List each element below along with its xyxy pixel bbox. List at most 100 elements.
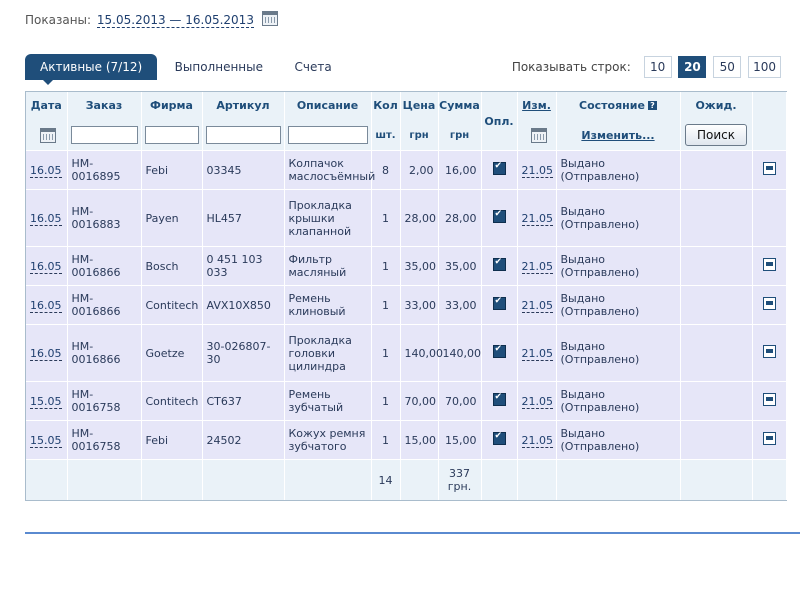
col-paid-label[interactable]: Опл. [482, 92, 517, 150]
cell-date[interactable]: 16.05 [26, 285, 68, 325]
cell-changed[interactable]: 21.05 [517, 150, 557, 190]
cell-order: HM-0016758 [67, 381, 142, 421]
cell-expected [680, 420, 753, 460]
brand-filter-input[interactable] [144, 126, 199, 144]
table-header-row: Дата Заказ Фирма Артикул Описание Кол шт.… [26, 92, 787, 151]
cell-paid [481, 150, 518, 190]
cell-qty: 1 [371, 189, 401, 247]
cell-print [752, 285, 787, 325]
cell-paid [481, 246, 518, 286]
col-paid: Опл. [481, 92, 518, 151]
table-row: 16.05 HM-0016866 Contitech AVX10X850 Ремень … [26, 285, 787, 325]
cell-date[interactable]: 16.05 [26, 324, 68, 382]
col-brand: Фирма [141, 92, 203, 151]
cell-sum: 70,00 [438, 381, 482, 421]
sum-unit: грн [449, 129, 470, 141]
cell-description: Фильтр масляный [284, 246, 372, 286]
cell-paid [481, 324, 518, 382]
rows-option-10[interactable]: 10 [643, 56, 672, 78]
cell-price: 2,00 [400, 150, 439, 190]
col-brand-label[interactable]: Фирма [142, 92, 202, 120]
cell-date[interactable]: 15.05 [26, 381, 68, 421]
cell-changed[interactable]: 21.05 [517, 324, 557, 382]
cell-brand: Bosch [141, 246, 203, 286]
date-filter-calendar-icon[interactable] [40, 127, 57, 143]
table-row: 16.05 HM-0016866 Goetze 30-026807-30 Проклад… [26, 324, 787, 382]
col-order-label[interactable]: Заказ [68, 92, 141, 120]
cell-state: Выдано (Отправлено) [556, 189, 681, 247]
col-qty-label[interactable]: Кол [372, 92, 400, 120]
cell-state: Выдано (Отправлено) [556, 381, 681, 421]
rows-option-100[interactable]: 100 [748, 56, 781, 78]
paid-checkbox-icon [492, 344, 506, 358]
cell-date[interactable]: 15.05 [26, 420, 68, 460]
table-row: 16.05 HM-0016866 Bosch 0 451 103 033 Фильтр … [26, 246, 787, 286]
cell-price: 35,00 [400, 246, 439, 286]
search-button[interactable]: Поиск [685, 124, 747, 146]
col-price-label[interactable]: Цена [401, 92, 438, 120]
cell-qty: 1 [371, 246, 401, 286]
col-article-label[interactable]: Артикул [203, 92, 284, 120]
cell-state: Выдано (Отправлено) [556, 150, 681, 190]
cell-changed[interactable]: 21.05 [517, 420, 557, 460]
print-icon[interactable] [762, 432, 776, 445]
tab-active[interactable]: Активные (7/12) [25, 54, 158, 85]
rows-option-50[interactable]: 50 [713, 56, 742, 78]
cell-date[interactable]: 16.05 [26, 246, 68, 286]
cell-qty: 8 [371, 150, 401, 190]
changed-filter-calendar-icon[interactable] [530, 127, 547, 143]
col-changed: Изм. [517, 92, 557, 151]
col-sum: Сумма грн [438, 92, 482, 151]
print-icon[interactable] [762, 345, 776, 358]
col-description-label[interactable]: Описание [285, 92, 371, 120]
help-icon[interactable]: ? [647, 101, 657, 110]
cell-date[interactable]: 16.05 [26, 150, 68, 190]
cell-print [752, 381, 787, 421]
period-dates-link[interactable]: 15.05.2013 — 16.05.2013 [96, 13, 254, 28]
cell-state: Выдано (Отправлено) [556, 285, 681, 325]
col-expected-label[interactable]: Ожид. [681, 92, 752, 120]
order-filter-input[interactable] [70, 126, 138, 144]
col-state: Состояние? Изменить... [556, 92, 681, 151]
rows-option-20[interactable]: 20 [678, 56, 707, 78]
footer-divider [25, 532, 800, 534]
change-state-link[interactable]: Изменить... [581, 129, 654, 142]
col-description: Описание [284, 92, 372, 151]
orders-table: Дата Заказ Фирма Артикул Описание Кол шт.… [25, 91, 787, 501]
col-print [752, 92, 787, 151]
tab-invoices[interactable]: Счета [281, 54, 346, 80]
cell-brand: Contitech [141, 285, 203, 325]
print-icon[interactable] [762, 297, 776, 310]
cell-changed[interactable]: 21.05 [517, 381, 557, 421]
print-icon[interactable] [762, 162, 776, 175]
col-state-label[interactable]: Состояние [579, 99, 645, 112]
cell-expected [680, 150, 753, 190]
table-row: 15.05 HM-0016758 Febi 24502 Кожух ремня зубч… [26, 420, 787, 460]
cell-state: Выдано (Отправлено) [556, 420, 681, 460]
cell-changed[interactable]: 21.05 [517, 189, 557, 247]
cell-qty: 1 [371, 285, 401, 325]
cell-sum: 16,00 [438, 150, 482, 190]
tab-completed[interactable]: Выполненные [161, 54, 277, 80]
paid-checkbox-icon [492, 257, 506, 271]
paid-checkbox-icon [492, 296, 506, 310]
cell-paid [481, 285, 518, 325]
print-icon[interactable] [762, 393, 776, 406]
cell-description: Ремень зубчатый [284, 381, 372, 421]
col-date-label[interactable]: Дата [26, 92, 67, 120]
cell-order: HM-0016866 [67, 324, 142, 382]
cell-brand: Febi [141, 150, 203, 190]
description-filter-input[interactable] [287, 126, 368, 144]
print-icon[interactable] [762, 258, 776, 271]
cell-sum: 35,00 [438, 246, 482, 286]
article-filter-input[interactable] [205, 126, 281, 144]
col-sum-label[interactable]: Сумма [439, 92, 481, 120]
cell-description: Прокладка головки цилиндра [284, 324, 372, 382]
col-changed-label[interactable]: Изм. [518, 92, 556, 120]
cell-order: HM-0016758 [67, 420, 142, 460]
cell-changed[interactable]: 21.05 [517, 285, 557, 325]
cell-changed[interactable]: 21.05 [517, 246, 557, 286]
cell-date[interactable]: 16.05 [26, 189, 68, 247]
cell-article: 24502 [202, 420, 285, 460]
calendar-icon[interactable] [261, 11, 278, 26]
